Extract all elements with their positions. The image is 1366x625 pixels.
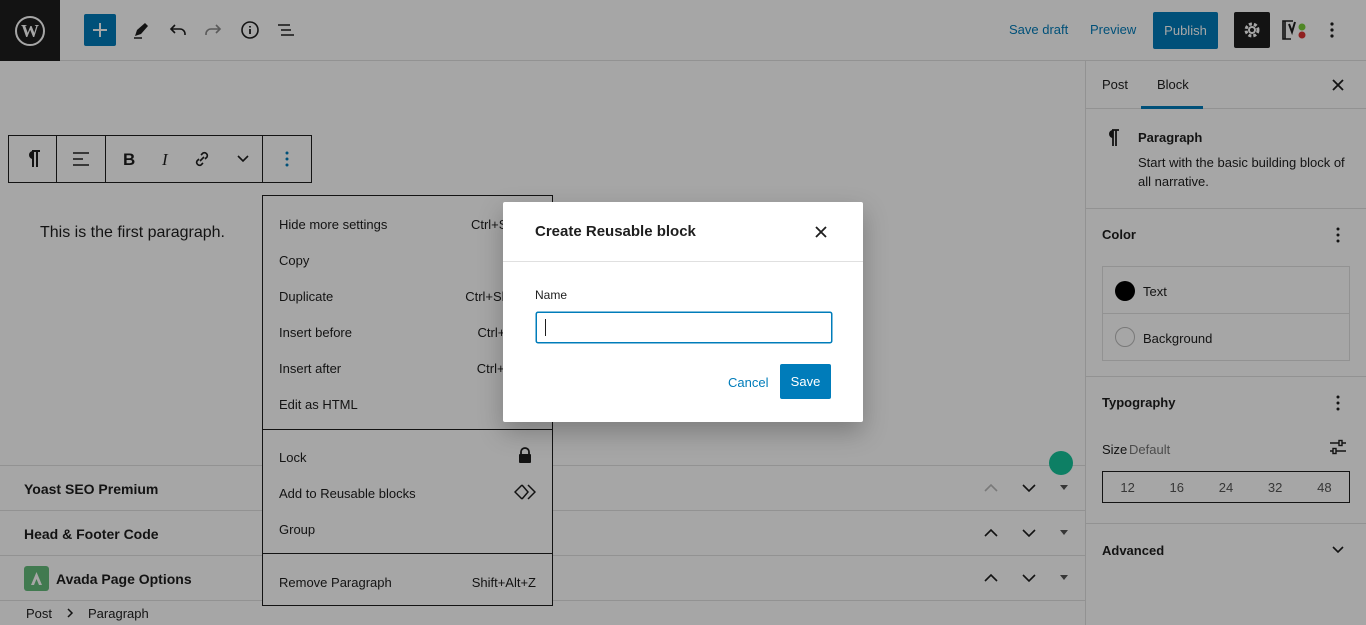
close-icon [815, 226, 827, 238]
modal-header: Create Reusable block [503, 202, 863, 262]
name-label: Name [535, 288, 568, 302]
modal-title: Create Reusable block [535, 223, 696, 240]
name-input[interactable] [536, 312, 832, 343]
create-reusable-block-modal: Create Reusable block Name Cancel Save [503, 202, 863, 422]
save-button[interactable]: Save [780, 364, 831, 399]
close-button[interactable] [809, 220, 833, 244]
text-caret [545, 319, 546, 336]
cancel-button[interactable]: Cancel [728, 375, 768, 390]
